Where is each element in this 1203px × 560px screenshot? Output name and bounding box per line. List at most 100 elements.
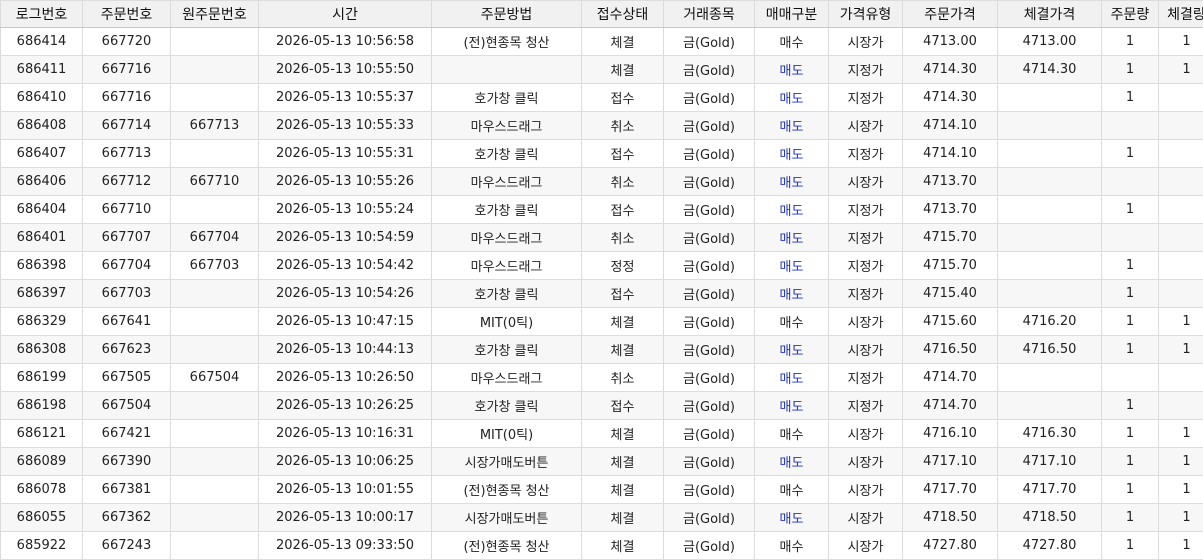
order-no-cell: 667710 [83,196,171,224]
table-row[interactable]: 6860896673902026-05-13 10:06:25시장가매도버튼체결… [1,448,1203,476]
log-no-cell: 686407 [1,140,83,168]
table-row[interactable]: 6860786673812026-05-13 10:01:55(전)현종목 청산… [1,476,1203,504]
item-cell: 금(Gold) [664,56,755,84]
order-price-cell: 4714.30 [903,56,998,84]
order-price-cell: 4713.70 [903,196,998,224]
price-type-cell: 시장가 [829,308,903,336]
table-row[interactable]: 6864086677146677132026-05-13 10:55:33마우스… [1,112,1203,140]
item-cell: 금(Gold) [664,308,755,336]
order-price-cell: 4718.50 [903,504,998,532]
col-header-orig-order-no[interactable]: 원주문번호 [171,1,259,28]
table-row[interactable]: 6864046677102026-05-13 10:55:24호가창 클릭접수금… [1,196,1203,224]
fill-price-cell: 4714.30 [998,56,1102,84]
col-header-status[interactable]: 접수상태 [582,1,664,28]
orig-order-no-cell [171,532,259,560]
time-cell: 2026-05-13 10:55:37 [259,84,432,112]
col-header-fill-price[interactable]: 체결가격 [998,1,1102,28]
table-row[interactable]: 6861986675042026-05-13 10:26:25호가창 클릭접수금… [1,392,1203,420]
col-header-time[interactable]: 시간 [259,1,432,28]
fill-qty-cell: 1 [1159,448,1203,476]
table-row[interactable]: 6859226672432026-05-13 09:33:50(전)현종목 청산… [1,532,1203,560]
item-cell: 금(Gold) [664,336,755,364]
log-no-cell: 686089 [1,448,83,476]
status-cell: 정정 [582,252,664,280]
order-qty-cell [1102,364,1159,392]
order-qty-cell: 1 [1102,28,1159,56]
side-cell: 매수 [755,28,829,56]
table-row[interactable]: 6864106677162026-05-13 10:55:37호가창 클릭접수금… [1,84,1203,112]
orig-order-no-cell [171,196,259,224]
time-cell: 2026-05-13 10:55:26 [259,168,432,196]
fill-qty-cell: 1 [1159,420,1203,448]
status-cell: 접수 [582,140,664,168]
side-cell: 매수 [755,308,829,336]
fill-qty-cell [1159,364,1203,392]
side-cell: 매수 [755,420,829,448]
fill-price-cell: 4727.80 [998,532,1102,560]
col-header-order-no[interactable]: 주문번호 [83,1,171,28]
price-type-cell: 지정가 [829,224,903,252]
fill-qty-cell: 1 [1159,336,1203,364]
table-row[interactable]: 6861996675056675042026-05-13 10:26:50마우스… [1,364,1203,392]
fill-price-cell: 4716.30 [998,420,1102,448]
order-qty-cell: 1 [1102,280,1159,308]
col-header-side[interactable]: 매매구분 [755,1,829,28]
order-qty-cell [1102,112,1159,140]
order-qty-cell: 1 [1102,140,1159,168]
table-row[interactable]: 6861216674212026-05-13 10:16:31MIT(0틱)체결… [1,420,1203,448]
order-method-cell: 시장가매도버튼 [432,504,582,532]
col-header-order-method[interactable]: 주문방법 [432,1,582,28]
order-no-cell: 667703 [83,280,171,308]
order-method-cell: 마우스드래그 [432,224,582,252]
order-method-cell: 호가창 클릭 [432,84,582,112]
table-row[interactable]: 6860556673622026-05-13 10:00:17시장가매도버튼체결… [1,504,1203,532]
item-cell: 금(Gold) [664,196,755,224]
table-row[interactable]: 6863086676232026-05-13 10:44:13호가창 클릭체결금… [1,336,1203,364]
log-no-cell: 686078 [1,476,83,504]
price-type-cell: 지정가 [829,140,903,168]
table-row[interactable]: 6864116677162026-05-13 10:55:50체결금(Gold)… [1,56,1203,84]
orig-order-no-cell [171,448,259,476]
table-row[interactable]: 6864016677076677042026-05-13 10:54:59마우스… [1,224,1203,252]
status-cell: 취소 [582,112,664,140]
table-row[interactable]: 6864146677202026-05-13 10:56:58(전)현종목 청산… [1,28,1203,56]
table-row[interactable]: 6864076677132026-05-13 10:55:31호가창 클릭접수금… [1,140,1203,168]
col-header-item[interactable]: 거래종목 [664,1,755,28]
order-no-cell: 667712 [83,168,171,196]
fill-qty-cell [1159,392,1203,420]
col-header-price-type[interactable]: 가격유형 [829,1,903,28]
fill-price-cell: 4717.70 [998,476,1102,504]
log-no-cell: 686408 [1,112,83,140]
fill-qty-cell [1159,252,1203,280]
table-row[interactable]: 6863986677046677032026-05-13 10:54:42마우스… [1,252,1203,280]
table-row[interactable]: 6863296676412026-05-13 10:47:15MIT(0틱)체결… [1,308,1203,336]
log-no-cell: 685922 [1,532,83,560]
order-qty-cell: 1 [1102,476,1159,504]
status-cell: 접수 [582,84,664,112]
order-qty-cell [1102,168,1159,196]
order-price-cell: 4716.10 [903,420,998,448]
order-price-cell: 4717.70 [903,476,998,504]
side-cell: 매도 [755,84,829,112]
order-method-cell: 마우스드래그 [432,252,582,280]
orig-order-no-cell: 667710 [171,168,259,196]
orig-order-no-cell [171,476,259,504]
order-no-cell: 667504 [83,392,171,420]
log-no-cell: 686055 [1,504,83,532]
price-type-cell: 시장가 [829,476,903,504]
col-header-fill-qty[interactable]: 체결량 [1159,1,1203,28]
order-qty-cell: 1 [1102,196,1159,224]
time-cell: 2026-05-13 10:47:15 [259,308,432,336]
side-cell: 매수 [755,476,829,504]
col-header-order-qty[interactable]: 주문량 [1102,1,1159,28]
status-cell: 체결 [582,56,664,84]
side-cell: 매도 [755,168,829,196]
log-no-cell: 686397 [1,280,83,308]
price-type-cell: 시장가 [829,504,903,532]
col-header-log-no[interactable]: 로그번호 [1,1,83,28]
table-row[interactable]: 6864066677126677102026-05-13 10:55:26마우스… [1,168,1203,196]
table-row[interactable]: 6863976677032026-05-13 10:54:26호가창 클릭접수금… [1,280,1203,308]
col-header-order-price[interactable]: 주문가격 [903,1,998,28]
order-no-cell: 667381 [83,476,171,504]
price-type-cell: 시장가 [829,112,903,140]
